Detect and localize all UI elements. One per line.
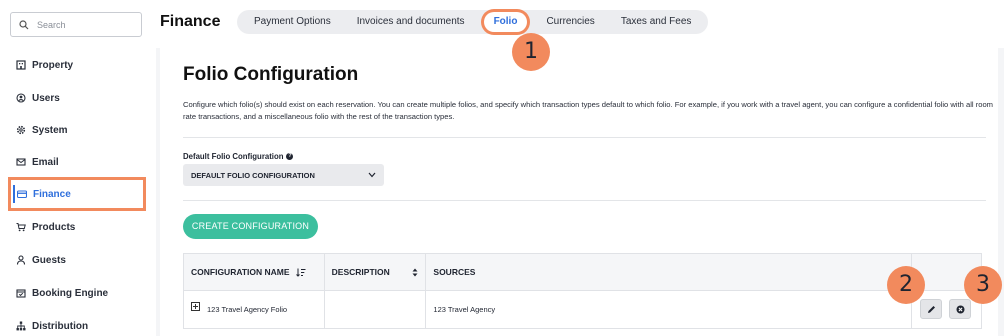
sidebar-item-products[interactable]: Products (16, 217, 75, 237)
column-label: DESCRIPTION (331, 267, 390, 277)
sitemap-icon (16, 321, 26, 331)
column-label: SOURCES (433, 267, 476, 277)
sidebar-item-distribution[interactable]: Distribution (16, 316, 88, 336)
sidebar-item-finance[interactable]: Finance (8, 177, 146, 211)
tab-payment-options[interactable]: Payment Options (241, 12, 344, 32)
search-icon (19, 19, 29, 29)
configuration-name: 123 Travel Agency Folio (207, 305, 288, 314)
sidebar-item-users[interactable]: Users (16, 88, 60, 108)
help-icon[interactable]: ? (286, 153, 294, 160)
chevron-down-icon (368, 172, 376, 178)
pencil-icon (927, 305, 935, 313)
tab-currencies[interactable]: Currencies (533, 12, 607, 32)
sort-descending-icon[interactable] (295, 268, 306, 277)
search-box[interactable] (10, 12, 142, 37)
sidebar-item-guests[interactable]: Guests (16, 250, 66, 270)
configurations-table: CONFIGURATION NAME DESCRIPTION SOURCES 1 (183, 253, 982, 329)
callout-3: 3 (964, 266, 1002, 304)
page-title: Finance (160, 13, 221, 30)
remove-circle-icon (956, 305, 965, 313)
tab-taxes-and-fees[interactable]: Taxes and Fees (608, 12, 705, 32)
tab-invoices-and-documents[interactable]: Invoices and documents (344, 12, 478, 32)
sidebar-item-label: System (32, 124, 68, 136)
create-configuration-button[interactable]: CREATE CONFIGURATION (183, 214, 318, 239)
sort-icon[interactable] (412, 268, 418, 277)
sidebar-item-booking-engine[interactable]: Booking Engine (16, 283, 108, 303)
default-folio-select[interactable]: DEFAULT FOLIO CONFIGURATION (183, 164, 384, 186)
person-icon (16, 255, 26, 265)
table-header: CONFIGURATION NAME DESCRIPTION SOURCES (183, 253, 982, 291)
content-card: Folio Configuration Configure which foli… (160, 48, 998, 336)
sidebar-item-label: Property (32, 59, 74, 71)
default-folio-label: Default Folio Configuration ? (183, 152, 294, 161)
header: Finance Payment Options Invoices and doc… (156, 0, 1004, 48)
calendar-check-icon (16, 288, 26, 298)
cell-sources: 123 Travel Agency (426, 291, 913, 328)
gear-icon (16, 125, 26, 135)
expand-row-icon[interactable] (191, 302, 200, 311)
callout-2: 2 (887, 266, 925, 304)
main-area: Folio Configuration Configure which foli… (156, 48, 1004, 336)
sidebar-item-label: Finance (33, 188, 71, 200)
user-circle-icon (16, 93, 26, 103)
sidebar-item-label: Distribution (32, 320, 89, 332)
sidebar: Property Users System Email Finance Prod… (0, 0, 156, 336)
column-header-sources: SOURCES (426, 254, 913, 290)
table-row: 123 Travel Agency Folio 123 Travel Agenc… (183, 291, 982, 329)
tab-bar: Payment Options Invoices and documents F… (237, 10, 709, 34)
delete-button[interactable] (949, 299, 972, 319)
sidebar-item-label: Users (32, 92, 60, 104)
credit-card-icon (17, 189, 27, 199)
sidebar-item-system[interactable]: System (16, 120, 68, 140)
sidebar-item-label: Email (32, 156, 59, 168)
divider (183, 200, 986, 201)
cart-icon (16, 222, 26, 232)
default-folio-select-value: DEFAULT FOLIO CONFIGURATION (191, 170, 315, 180)
section-description: Configure which folio(s) should exist on… (183, 100, 994, 121)
envelope-icon (16, 157, 26, 167)
building-icon (16, 60, 26, 70)
column-header-description[interactable]: DESCRIPTION (325, 254, 427, 290)
callout-1: 1 (512, 33, 550, 71)
cell-configuration-name: 123 Travel Agency Folio (184, 291, 325, 328)
sidebar-item-label: Guests (32, 254, 66, 266)
sidebar-item-property[interactable]: Property (16, 55, 73, 75)
cell-description (325, 291, 427, 328)
edit-button[interactable] (920, 299, 943, 319)
section-title: Folio Configuration (183, 64, 359, 85)
sidebar-item-label: Booking Engine (32, 287, 109, 299)
column-header-configuration-name[interactable]: CONFIGURATION NAME (184, 254, 325, 290)
column-label: CONFIGURATION NAME (191, 267, 290, 277)
divider (183, 137, 986, 138)
sidebar-item-email[interactable]: Email (16, 152, 59, 172)
sidebar-item-label: Products (32, 221, 76, 233)
search-input[interactable] (37, 19, 137, 30)
default-folio-label-text: Default Folio Configuration (183, 152, 284, 161)
tab-folio[interactable]: Folio (483, 12, 528, 32)
